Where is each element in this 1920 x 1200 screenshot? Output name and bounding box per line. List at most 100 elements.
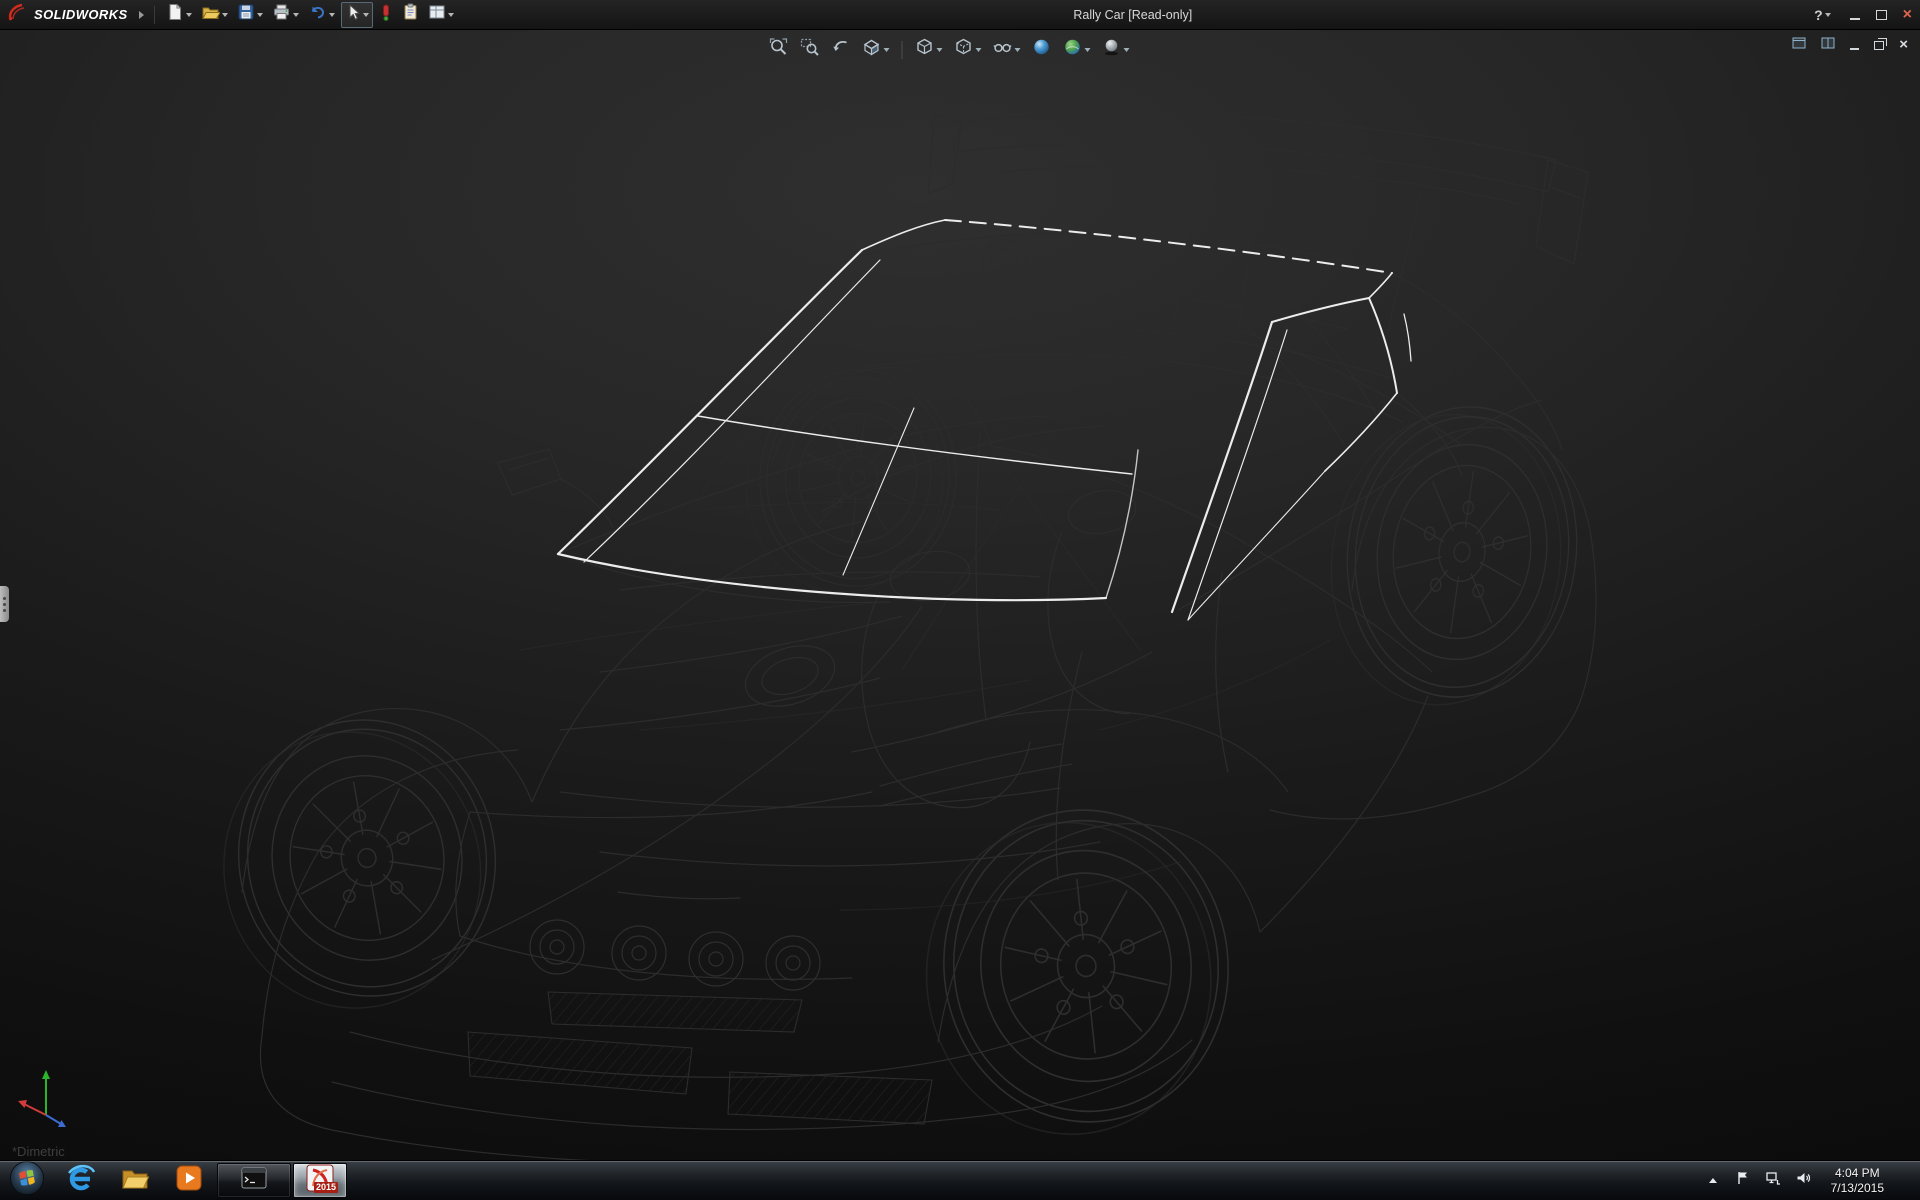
undo-dropdown-icon [329,13,335,17]
save-dropdown-icon [257,13,263,17]
view-settings-dropdown-icon [1123,48,1129,52]
action-center-button[interactable] [1733,1169,1753,1193]
select-dropdown-icon [363,13,369,17]
display-style-button[interactable] [950,35,984,64]
handle-dot [3,603,6,606]
title-bar: SOLIDWORKS [0,0,1920,30]
help-icon: ? [1814,7,1823,23]
headsup-view-toolbar [765,35,1132,64]
graphics-viewport[interactable]: × *Dimetric [0,30,1920,1160]
chevron-up-icon [1709,1178,1717,1183]
edit-appearance-icon [1031,37,1051,62]
action-center-flag-icon [1735,1170,1751,1191]
solidworks-version-badge: 2015 [314,1182,338,1193]
split-window-icon[interactable] [1821,36,1835,54]
previous-view-button[interactable] [827,35,853,64]
view-orientation-button[interactable] [911,35,945,64]
hide-show-items-icon [992,37,1012,62]
document-minimize-button[interactable] [1850,40,1859,50]
undo-icon [308,3,327,26]
toolbar-separator [154,6,155,24]
document-restore-button[interactable] [1874,41,1884,50]
ie-taskbar-button[interactable] [55,1163,107,1198]
print-icon [272,3,291,26]
apply-scene-icon [1062,37,1082,62]
volume-icon [1795,1170,1811,1191]
undo-button[interactable] [305,3,338,27]
file-explorer-icon [120,1163,150,1198]
command-prompt-taskbar-button[interactable] [217,1163,291,1198]
rebuild-button[interactable] [376,3,396,27]
solidworks-menu-button[interactable]: SOLIDWORKS [0,2,144,27]
hide-show-dropdown-icon [1014,48,1020,52]
hide-show-items-button[interactable] [989,35,1023,64]
open-button[interactable] [198,3,231,27]
network-status-button[interactable] [1763,1169,1783,1193]
save-floppy-icon [237,3,255,26]
options-icon [428,3,446,26]
explorer-taskbar-button[interactable] [109,1163,161,1198]
apply-scene-dropdown-icon [1084,48,1090,52]
open-dropdown-icon [222,13,228,17]
open-folder-icon [201,3,220,26]
print-dropdown-icon [293,13,299,17]
new-dropdown-icon [186,13,192,17]
view-orientation-icon [914,37,934,62]
rebuild-icon [379,3,393,26]
close-button[interactable]: × [1903,7,1912,23]
windows-taskbar: 2015 4:04 PM 7/13/2015 [0,1160,1920,1200]
previous-view-icon [830,37,850,62]
clock-date: 7/13/2015 [1831,1181,1884,1196]
solidworks-taskbar-button[interactable]: 2015 [293,1163,347,1198]
start-button[interactable] [0,1161,54,1200]
clock-time: 4:04 PM [1835,1166,1880,1181]
handle-dot [3,597,6,600]
orientation-triad [16,1065,80,1136]
zoom-to-area-button[interactable] [796,35,822,64]
display-style-dropdown-icon [975,48,981,52]
main-toolbar [163,2,457,28]
solidworks-window: SOLIDWORKS [0,0,1920,1200]
command-prompt-icon [241,1167,267,1194]
select-button[interactable] [341,2,373,28]
new-window-icon[interactable] [1792,36,1806,54]
new-document-button[interactable] [163,3,195,27]
zoom-to-fit-icon [768,37,788,62]
document-close-button[interactable]: × [1899,38,1908,52]
section-view-dropdown-icon [883,48,889,52]
taskbar-buttons: 2015 [0,1161,348,1200]
help-button[interactable]: ? [1811,3,1834,27]
taskbar-clock[interactable]: 4:04 PM 7/13/2015 [1823,1166,1892,1196]
print-button[interactable] [269,3,302,27]
apply-scene-button[interactable] [1059,35,1093,64]
new-document-icon [166,3,184,26]
section-view-icon [861,37,881,62]
handle-dot [3,609,6,612]
view-settings-button[interactable] [1098,35,1132,64]
display-style-icon [953,37,973,62]
media-player-taskbar-button[interactable] [163,1163,215,1198]
solidworks-logo-icon [7,2,29,27]
document-title: Rally Car [Read-only] [1073,8,1192,22]
view-orientation-dropdown-icon [936,48,942,52]
menu-expand-icon [139,11,144,19]
minimize-button[interactable] [1850,10,1860,20]
show-hidden-icons-button[interactable] [1703,1169,1723,1193]
options-button[interactable] [425,3,457,27]
help-dropdown-icon [1825,13,1831,17]
maximize-button[interactable] [1876,10,1887,20]
volume-button[interactable] [1793,1169,1813,1193]
network-icon [1765,1170,1781,1191]
view-settings-icon [1101,37,1121,62]
document-window-controls: × [1792,36,1908,54]
save-button[interactable] [234,3,266,27]
zoom-to-fit-button[interactable] [765,35,791,64]
edit-appearance-button[interactable] [1028,35,1054,64]
start-orb-icon [9,1160,45,1200]
section-view-button[interactable] [858,35,892,64]
media-player-icon [174,1163,204,1198]
system-tray: 4:04 PM 7/13/2015 [1703,1161,1920,1200]
file-properties-button[interactable] [399,3,422,27]
panel-splitter-handle[interactable] [0,586,9,622]
wireframe-car-model [0,30,1920,1160]
